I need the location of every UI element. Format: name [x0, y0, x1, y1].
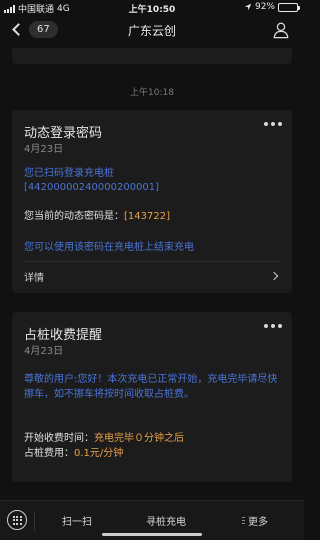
scan-login-text: 您已扫码登录充电桩	[24, 168, 114, 179]
password-label: 您当前的动态密码是：	[24, 211, 124, 222]
bottom-menu-bar: 扫一扫 寻桩充电 更多	[0, 500, 304, 540]
fee-row: 占桩费用：0.1元/分钟	[24, 447, 123, 460]
location-icon	[244, 3, 252, 11]
battery-icon	[278, 2, 300, 12]
start-time-value: 充电完毕０分钟之后	[94, 433, 184, 444]
dynamic-password-card: 动态登录密码 4月23日 您已扫码登录充电桩 [4420000024000020…	[12, 110, 292, 293]
menu-scan[interactable]: 扫一扫	[62, 513, 92, 528]
divider	[24, 261, 280, 262]
nav-bar: 67 广东云创	[0, 16, 304, 46]
chevron-right-icon	[269, 271, 279, 281]
details-label: 详情	[24, 272, 44, 284]
divider	[34, 511, 35, 531]
message-timestamp: 上午10:18	[130, 88, 174, 98]
dot-icon	[264, 122, 268, 126]
keyboard-icon	[12, 515, 22, 525]
menu-more[interactable]: 更多	[242, 513, 268, 528]
pile-id-text: [44200000240000200001]	[24, 182, 160, 193]
page-title: 广东云创	[127, 24, 176, 38]
password-value: [143722]	[124, 211, 170, 222]
fee-label: 占桩费用：	[24, 448, 74, 459]
status-right: 92%	[244, 2, 300, 12]
password-hint: 您可以使用该密码在充电桩上结束充电	[24, 242, 194, 253]
card-title: 占桩收费提醒	[24, 328, 103, 343]
more-options-button[interactable]	[264, 122, 282, 126]
occupancy-fee-card: 占桩收费提醒 4月23日 尊敬的用户:您好！本次充电已正常开始，充电完毕请尽快挪…	[12, 312, 292, 482]
submenu-icon	[242, 516, 245, 525]
card-date: 4月23日	[24, 346, 64, 357]
menu-find-charger[interactable]: 寻桩充电	[146, 513, 186, 528]
dot-icon	[264, 324, 268, 328]
fee-value: 0.1元/分钟	[74, 448, 124, 459]
start-time-row: 开始收费时间：充电完毕０分钟之后	[24, 432, 184, 445]
home-indicator	[102, 533, 202, 536]
dot-icon	[278, 122, 282, 126]
notice-text: 尊敬的用户:您好！本次充电已正常开始，充电完毕请尽快挪车，如不挪车将按时间收取占…	[24, 374, 278, 400]
status-bar: 中国联通 4G 上午10:50 92%	[0, 0, 304, 16]
dot-icon	[271, 122, 275, 126]
more-options-button[interactable]	[264, 324, 282, 328]
card-title: 动态登录密码	[24, 126, 103, 141]
card-date: 4月23日	[24, 144, 64, 155]
user-profile-icon[interactable]	[272, 21, 290, 39]
dot-icon	[278, 324, 282, 328]
password-row: 您当前的动态密码是：[143722]	[24, 210, 170, 223]
battery-percent: 92%	[254, 2, 275, 12]
start-time-label: 开始收费时间：	[24, 433, 94, 444]
previous-message-card	[12, 48, 292, 64]
details-link[interactable]: 详情	[24, 268, 280, 284]
dot-icon	[271, 324, 275, 328]
menu-more-label: 更多	[248, 517, 268, 528]
keyboard-toggle-button[interactable]	[7, 510, 27, 530]
